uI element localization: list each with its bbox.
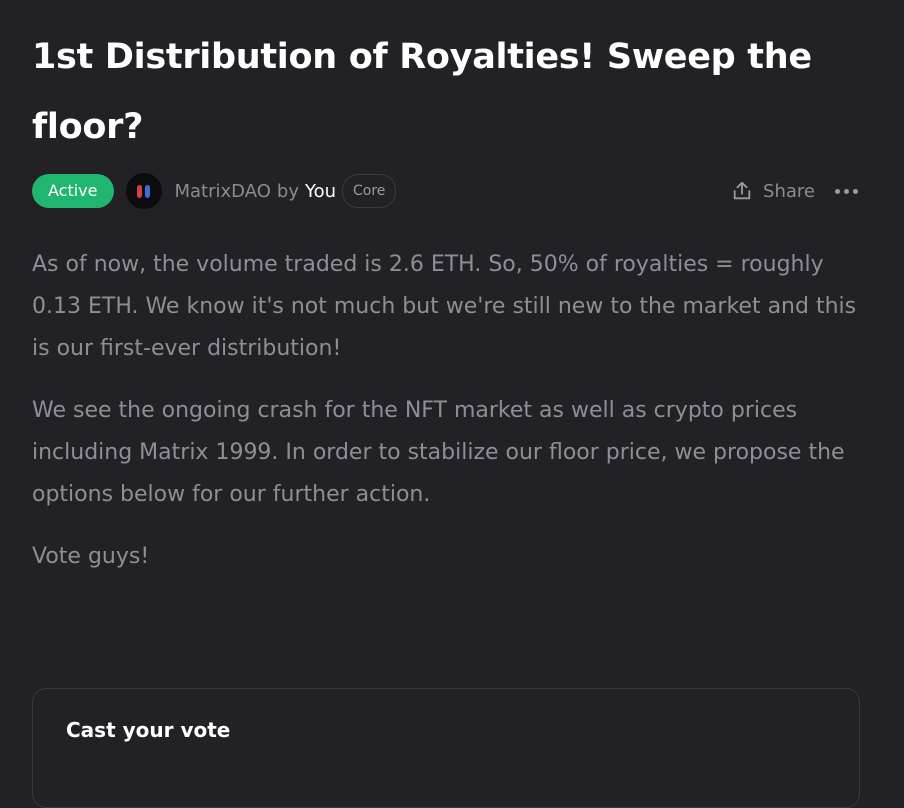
author-link[interactable]: You — [305, 181, 336, 202]
blue-pill-icon — [145, 184, 150, 198]
share-icon — [733, 181, 751, 200]
by-label: by — [276, 180, 299, 202]
body-paragraph: As of now, the volume traded is 2.6 ETH.… — [32, 252, 857, 361]
share-button[interactable]: Share — [731, 180, 815, 202]
more-dot-icon — [835, 188, 840, 194]
more-dot-icon — [853, 188, 858, 194]
body-paragraph: Vote guys! — [32, 544, 150, 569]
author-role-badge: Core — [342, 174, 397, 208]
more-options-button[interactable] — [835, 188, 858, 194]
space-name-link[interactable]: MatrixDAO — [175, 181, 271, 202]
more-dot-icon — [844, 188, 849, 194]
proposal-title: 1st Distribution of Royalties! Sweep the… — [32, 37, 812, 147]
proposal-meta-row: Active MatrixDAO by You Core Share — [32, 173, 862, 209]
space-avatar[interactable] — [125, 173, 162, 209]
status-badge: Active — [32, 174, 114, 208]
share-label: Share — [763, 180, 815, 202]
vote-card-title: Cast your vote — [66, 718, 231, 742]
vote-card: Cast your vote — [32, 688, 860, 808]
body-paragraph: We see the ongoing crash for the NFT mar… — [32, 398, 845, 507]
red-pill-icon — [137, 184, 142, 198]
proposal-body: As of now, the volume traded is 2.6 ETH.… — [32, 244, 862, 598]
